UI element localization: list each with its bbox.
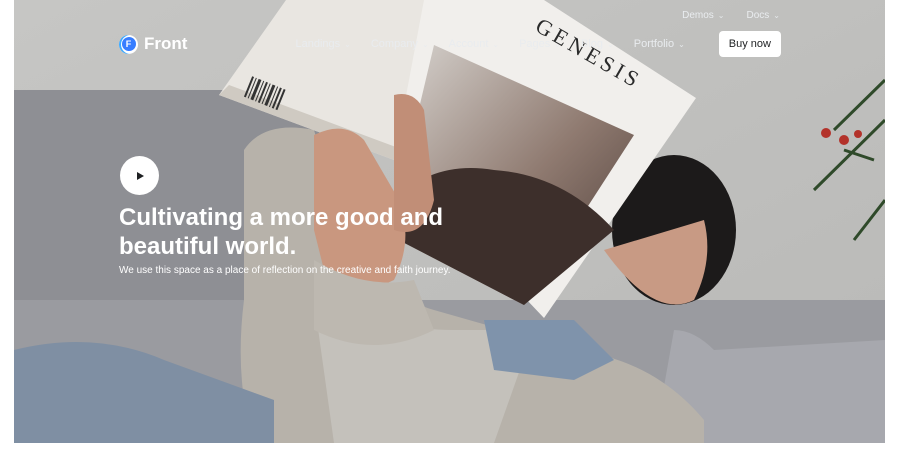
nav-item-label: Portfolio [633,38,675,50]
nav-item-blog[interactable]: Blog ⌄ [581,38,614,50]
nav-item-label: Account [448,38,489,50]
play-video-button[interactable] [120,156,159,195]
docs-link[interactable]: Docs ⌄ [747,10,781,21]
nav-item-landings[interactable]: Landings ⌄ [296,38,351,50]
brand-name: Front [144,34,188,53]
nav-item-company[interactable]: Company ⌄ [371,38,429,50]
nav-item-portfolio[interactable]: Portfolio ⌄ [634,38,685,50]
hero-section: GENESIS Demos ⌄ Docs ⌄ F Front Landings … [14,0,885,443]
demos-link[interactable]: Demos ⌄ [682,10,724,21]
brand-logo[interactable]: F Front [119,34,187,54]
nav-item-label: Landings [295,38,341,50]
chevron-down-icon: ⌄ [421,39,429,49]
chevron-down-icon: ⌄ [717,11,725,20]
hero-subtext: We use this space as a place of reflecti… [119,265,451,276]
demos-label: Demos [682,10,714,21]
chevron-down-icon: ⌄ [773,11,780,20]
chevron-down-icon: ⌄ [554,39,561,49]
chevron-down-icon: ⌄ [344,39,351,49]
nav-item-label: Blog [581,38,604,50]
buy-now-button[interactable]: Buy now [718,31,781,57]
play-icon [136,171,144,180]
docs-label: Docs [746,10,770,21]
logo-mark-letter: F [121,37,136,51]
nav-item-label: Company [370,38,418,50]
logo-icon: F [119,34,138,54]
nav-item-account[interactable]: Account ⌄ [449,38,499,50]
nav-menu: Landings ⌄ Company ⌄ Account ⌄ Pages ⌄ B… [296,31,781,57]
chevron-down-icon: ⌄ [492,39,500,49]
chevron-down-icon: ⌄ [678,39,685,49]
chevron-down-icon: ⌄ [607,39,614,49]
hero-headline: Cultivating a more good and beautiful wo… [119,204,444,260]
top-utility-bar: Demos ⌄ Docs ⌄ [682,10,780,21]
nav-item-pages[interactable]: Pages ⌄ [519,38,561,50]
main-navbar: F Front Landings ⌄ Company ⌄ Account ⌄ P… [119,31,781,57]
nav-item-label: Pages [519,38,551,50]
